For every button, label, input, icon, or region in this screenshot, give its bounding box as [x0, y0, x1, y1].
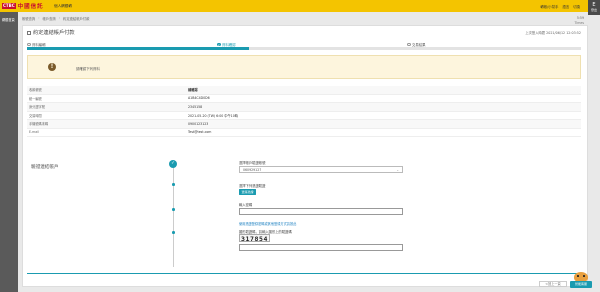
row-value: A1B4C4D0D6 — [188, 96, 210, 101]
row-value: 0900123123 — [188, 121, 209, 126]
row-label: 手機號碼末碼 — [29, 122, 49, 127]
alert-text: 請確認下列資料 — [76, 67, 100, 71]
table-row: 收款帳號 請確認 — [27, 86, 581, 95]
timeline-dot — [172, 183, 175, 186]
step-circle-icon: 2 — [217, 42, 221, 47]
section-title: 驗證連結帳戶 — [31, 165, 59, 170]
chatbot-button[interactable]: 智能客服 — [570, 272, 592, 290]
main-panel: 約定連結帳戶付款 上次登入時間 2021/06/12 12:03:52 資料編輯… — [22, 25, 588, 287]
select-certificate-button[interactable]: 選擇憑證 — [239, 189, 256, 195]
breadcrumb-item[interactable]: 帳號查詢 — [22, 16, 35, 21]
chatbot-label: 智能客服 — [570, 281, 592, 288]
row-label: 統一編號 — [29, 96, 42, 101]
timeline-dot — [172, 208, 175, 211]
document-icon — [27, 30, 31, 35]
row-label: 交易時間 — [29, 113, 42, 118]
sidebar-item-home[interactable]: 網銀首頁 — [0, 12, 18, 27]
row-value: 2021-05-20 (TW) 6:00 中午10時 — [188, 113, 238, 118]
row-value: 2345158 — [188, 104, 203, 109]
last-login-time: 上次登入時間 2021/06/12 12:03:52 — [525, 31, 581, 35]
table-row: 身分證字號 2345158 — [27, 103, 581, 112]
row-label: 收款帳號 — [29, 88, 42, 93]
pin-label: 輸入密碼 — [239, 203, 253, 207]
table-row: 手機號碼末碼 0900123123 — [27, 120, 581, 129]
logout-label: 登出 — [590, 8, 597, 12]
step-progress-fill — [27, 47, 249, 50]
top-link-language[interactable]: 語言 — [562, 4, 569, 9]
bank-logo[interactable]: CTBC 中國信託 — [2, 2, 44, 10]
row-label: 身分證字號 — [29, 105, 45, 110]
breadcrumb-item[interactable]: 帳戶查詢 — [43, 16, 56, 21]
exclamation-icon: ! — [48, 63, 56, 71]
top-links: 轉帳/小幫手 語言 切換 — [540, 4, 580, 9]
logout-button[interactable]: E 登出 — [588, 0, 600, 15]
logo-mark: CTBC — [2, 3, 16, 9]
row-value: Test@test.com — [188, 130, 212, 135]
chevron-down-icon: ⌄ — [396, 168, 399, 172]
divider — [27, 273, 581, 274]
previous-page-button[interactable]: <回上一頁 — [539, 281, 567, 287]
step-circle-icon — [27, 42, 31, 47]
top-bar: CTBC 中國信託 個人網銀轉 轉帳/小幫手 語言 切換 — [0, 0, 600, 12]
account-label: 選擇帳戶驗證帳號 — [239, 161, 266, 165]
row-label: E-mail — [29, 130, 39, 135]
step-circle-icon — [407, 42, 411, 47]
page-title: 約定連結帳戶付款 — [33, 30, 75, 36]
timeline-line — [173, 162, 174, 267]
session-timer: 5:59 — [576, 16, 584, 20]
table-row: E-mail Test@test.com — [27, 129, 581, 137]
notice-alert: ! 請確認下列資料 — [27, 55, 581, 79]
pin-input[interactable] — [239, 208, 403, 215]
check-icon: ✓ — [169, 160, 177, 168]
captcha-input[interactable] — [239, 244, 403, 251]
table-row: 統一編號 A1B4C4D0D6 — [27, 95, 581, 103]
chevron-right-icon: › — [58, 16, 61, 20]
row-value: 請確認 — [188, 88, 198, 93]
account-select-value: 060929127 — [243, 168, 262, 172]
table-row: 交易時間 2021-05-20 (TW) 6:00 中午10時 — [27, 112, 581, 120]
bank-name: 中國信託 — [17, 4, 44, 10]
top-link-transfer[interactable]: 轉帳/小幫手 — [540, 4, 558, 9]
breadcrumb: 帳號查詢 › 帳戶查詢 › 約定連結帳戶付款 — [22, 16, 89, 21]
info-table: 收款帳號 請確認 統一編號 A1B4C4D0D6 身分證字號 2345158 交… — [27, 86, 581, 137]
nav-tab[interactable]: 個人網銀轉 — [54, 4, 72, 9]
step-progress-bar — [27, 47, 581, 50]
chevron-right-icon: › — [38, 16, 40, 20]
top-link-switch[interactable]: 切換 — [573, 4, 580, 9]
captcha-image: 317854 — [239, 234, 270, 243]
page-title-row: 約定連結帳戶付款 — [27, 29, 75, 36]
cert-label: 選擇下列憑證驗證 — [239, 184, 266, 188]
breadcrumb-item: 約定連結帳戶付款 — [63, 17, 90, 21]
timeline-dot — [172, 231, 175, 234]
account-select[interactable]: 060929127 ⌄ — [239, 166, 403, 173]
help-link[interactable]: 使用憑證登錄密碼或其他登錄方式請按此 — [239, 221, 296, 226]
sidebar: 網銀首頁 — [0, 12, 18, 292]
